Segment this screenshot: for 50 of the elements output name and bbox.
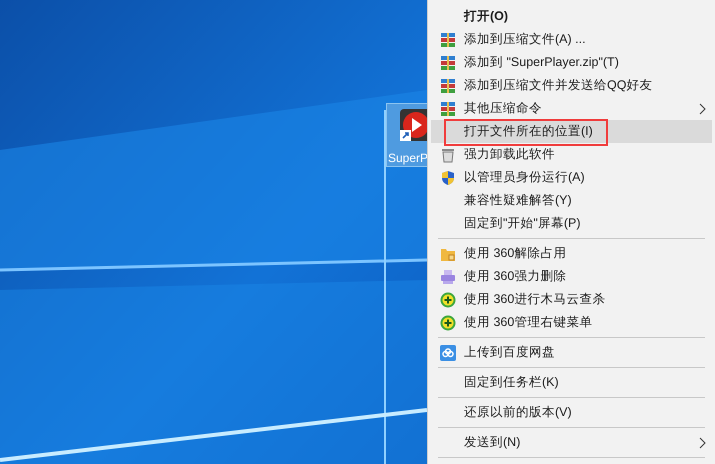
menu-item-label: 添加到压缩文件并发送给QQ好友 (464, 78, 652, 93)
menu-item[interactable]: 使用 360解除占用 (431, 242, 712, 265)
shield-icon (440, 170, 456, 186)
menu-item-label: 使用 360强力删除 (464, 269, 566, 284)
menu-item-label: 添加到 "SuperPlayer.zip"(T) (464, 55, 619, 70)
menu-item-label: 打开文件所在的位置(I) (464, 124, 593, 139)
archive-stack-icon (440, 54, 456, 70)
menu-item-label: 发送到(N) (464, 435, 520, 450)
menu-item[interactable]: 打开(O) (431, 5, 712, 28)
menu-item-label: 使用 360进行木马云查杀 (464, 292, 606, 307)
menu-item[interactable]: 兼容性疑难解答(Y) (431, 189, 712, 212)
chevron-right-icon (699, 437, 706, 449)
menu-item-label: 固定到任务栏(K) (464, 375, 559, 390)
menu-item-label: 还原以前的版本(V) (464, 405, 572, 420)
menu-item-label: 以管理员身份运行(A) (464, 170, 585, 185)
menu-item-label: 其他压缩命令 (464, 101, 542, 116)
menu-item[interactable]: 使用 360管理右键菜单 (431, 311, 712, 334)
menu-item[interactable]: 使用 360强力删除 (431, 265, 712, 288)
menu-item[interactable]: 强力卸载此软件 (431, 143, 712, 166)
menu-item-label: 打开(O) (464, 9, 508, 24)
menu-item[interactable]: 添加到压缩文件并发送给QQ好友 (431, 74, 712, 97)
menu-item-label: 强力卸载此软件 (464, 147, 555, 162)
play-button-icon (399, 108, 427, 142)
cloud-icon (440, 344, 456, 360)
archive-stack-icon (440, 100, 456, 116)
menu-item[interactable]: 以管理员身份运行(A) (431, 166, 712, 189)
shortcut-label: SuperP (387, 152, 427, 164)
menu-item-label: 使用 360解除占用 (464, 246, 566, 261)
menu-item[interactable]: 使用 360进行木马云查杀 (431, 288, 712, 311)
menu-item-label: 兼容性疑难解答(Y) (464, 193, 572, 208)
menu-item[interactable]: 还原以前的版本(V) (431, 401, 712, 424)
trash-icon (440, 146, 456, 162)
menu-item[interactable]: 打开文件所在的位置(I) (431, 120, 712, 143)
menu-item[interactable]: 添加到压缩文件(A) ... (431, 28, 712, 51)
menu-item-label: 使用 360管理右键菜单 (464, 315, 592, 330)
menu-item-label: 上传到百度网盘 (464, 345, 555, 360)
plus-circle-icon (440, 292, 456, 308)
menu-item[interactable]: 固定到"开始"屏幕(P) (431, 212, 712, 235)
menu-item-label: 添加到压缩文件(A) ... (464, 32, 586, 47)
menu-item-label: 固定到"开始"屏幕(P) (464, 216, 581, 231)
menu-item[interactable]: 发送到(N) (431, 431, 712, 454)
archive-stack-icon (440, 78, 456, 94)
menu-item[interactable]: 其他压缩命令 (431, 97, 712, 120)
menu-item[interactable]: 添加到 "SuperPlayer.zip"(T) (431, 51, 712, 74)
chevron-right-icon (699, 103, 706, 115)
plus-circle-icon (440, 314, 456, 330)
archive-stack-icon (440, 32, 456, 48)
menu-item[interactable]: 固定到任务栏(K) (431, 371, 712, 394)
shredder-icon (440, 268, 456, 284)
menu-item[interactable]: 上传到百度网盘 (431, 341, 712, 364)
